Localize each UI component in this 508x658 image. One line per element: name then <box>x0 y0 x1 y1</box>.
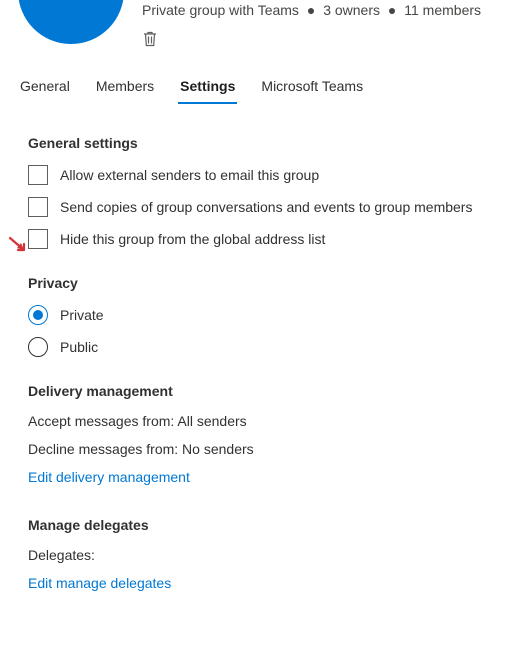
delivery-accept-line: Accept messages from: All senders <box>28 413 508 429</box>
delegates-list-line: Delegates: <box>28 547 508 563</box>
delivery-title: Delivery management <box>28 383 508 399</box>
tab-settings[interactable]: Settings <box>178 70 237 104</box>
members-count: 11 members <box>404 2 481 18</box>
tab-teams[interactable]: Microsoft Teams <box>259 70 365 104</box>
radio-label: Public <box>60 339 98 355</box>
privacy-title: Privacy <box>28 275 508 291</box>
checkbox-icon <box>28 229 48 249</box>
checkbox-label: Send copies of group conversations and e… <box>60 199 472 215</box>
group-meta-line: Private group with Teams ● 3 owners ● 11… <box>142 2 481 18</box>
delivery-decline-line: Decline messages from: No senders <box>28 441 508 457</box>
edit-delegates-link[interactable]: Edit manage delegates <box>28 575 508 591</box>
general-settings-title: General settings <box>28 135 508 151</box>
tab-general[interactable]: General <box>18 70 72 104</box>
checkbox-hide-gal[interactable]: Hide this group from the global address … <box>28 229 508 249</box>
checkbox-label: Allow external senders to email this gro… <box>60 167 319 183</box>
edit-delivery-link[interactable]: Edit delivery management <box>28 469 508 485</box>
radio-icon <box>28 305 48 325</box>
section-general-settings: General settings Allow external senders … <box>28 135 508 249</box>
section-delegates: Manage delegates Delegates: Edit manage … <box>28 517 508 591</box>
header-meta: Private group with Teams ● 3 owners ● 11… <box>124 0 481 50</box>
group-header: DB Private group with Teams ● 3 owners ●… <box>0 0 508 50</box>
checkbox-external-senders[interactable]: Allow external senders to email this gro… <box>28 165 508 185</box>
radio-private[interactable]: Private <box>28 305 508 325</box>
avatar: DB <box>18 0 124 44</box>
section-delivery: Delivery management Accept messages from… <box>28 383 508 485</box>
tab-members[interactable]: Members <box>94 70 156 104</box>
radio-label: Private <box>60 307 104 323</box>
checkbox-icon <box>28 165 48 185</box>
owners-count: 3 owners <box>323 2 380 18</box>
checkbox-send-copies[interactable]: Send copies of group conversations and e… <box>28 197 508 217</box>
tabs: General Members Settings Microsoft Teams <box>0 70 508 105</box>
radio-icon <box>28 337 48 357</box>
checkbox-icon <box>28 197 48 217</box>
radio-public[interactable]: Public <box>28 337 508 357</box>
section-privacy: Privacy Private Public <box>28 275 508 357</box>
group-type-text: Private group with Teams <box>142 2 299 18</box>
checkbox-label: Hide this group from the global address … <box>60 231 325 247</box>
delegates-title: Manage delegates <box>28 517 508 533</box>
trash-icon[interactable] <box>142 30 158 48</box>
